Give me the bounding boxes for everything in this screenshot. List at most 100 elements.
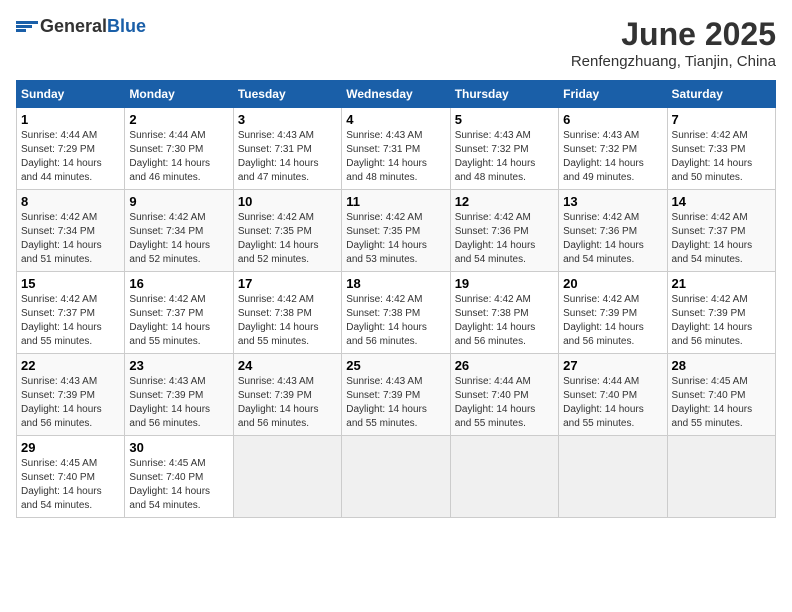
table-row: 1 Sunrise: 4:44 AM Sunset: 7:29 PM Dayli… bbox=[17, 108, 125, 190]
daylight-label: Daylight: 14 hours and 50 minutes. bbox=[672, 158, 753, 183]
day-info: Sunrise: 4:42 AM Sunset: 7:34 PM Dayligh… bbox=[21, 211, 120, 267]
table-row bbox=[667, 436, 775, 518]
daylight-label: Daylight: 14 hours and 55 minutes. bbox=[21, 322, 102, 347]
day-number: 27 bbox=[563, 358, 662, 373]
sunrise-label: Sunrise: 4:42 AM bbox=[238, 212, 314, 223]
day-number: 29 bbox=[21, 440, 120, 455]
day-number: 23 bbox=[129, 358, 228, 373]
calendar-week-row: 15 Sunrise: 4:42 AM Sunset: 7:37 PM Dayl… bbox=[17, 272, 776, 354]
sunrise-label: Sunrise: 4:43 AM bbox=[346, 376, 422, 387]
daylight-label: Daylight: 14 hours and 55 minutes. bbox=[129, 322, 210, 347]
day-number: 9 bbox=[129, 194, 228, 209]
day-number: 2 bbox=[129, 112, 228, 127]
sunrise-label: Sunrise: 4:43 AM bbox=[21, 376, 97, 387]
sunset-label: Sunset: 7:37 PM bbox=[672, 226, 746, 237]
sunset-label: Sunset: 7:39 PM bbox=[672, 308, 746, 319]
day-info: Sunrise: 4:42 AM Sunset: 7:38 PM Dayligh… bbox=[238, 293, 337, 349]
daylight-label: Daylight: 14 hours and 47 minutes. bbox=[238, 158, 319, 183]
sunrise-label: Sunrise: 4:43 AM bbox=[455, 130, 531, 141]
daylight-label: Daylight: 14 hours and 56 minutes. bbox=[238, 404, 319, 429]
table-row: 26 Sunrise: 4:44 AM Sunset: 7:40 PM Dayl… bbox=[450, 354, 558, 436]
sunrise-label: Sunrise: 4:43 AM bbox=[129, 376, 205, 387]
day-number: 26 bbox=[455, 358, 554, 373]
sunrise-label: Sunrise: 4:45 AM bbox=[129, 458, 205, 469]
daylight-label: Daylight: 14 hours and 44 minutes. bbox=[21, 158, 102, 183]
day-info: Sunrise: 4:44 AM Sunset: 7:40 PM Dayligh… bbox=[455, 375, 554, 431]
table-row bbox=[559, 436, 667, 518]
day-number: 14 bbox=[672, 194, 771, 209]
sunrise-label: Sunrise: 4:44 AM bbox=[21, 130, 97, 141]
day-info: Sunrise: 4:45 AM Sunset: 7:40 PM Dayligh… bbox=[129, 457, 228, 513]
day-info: Sunrise: 4:42 AM Sunset: 7:39 PM Dayligh… bbox=[563, 293, 662, 349]
day-number: 17 bbox=[238, 276, 337, 291]
sunset-label: Sunset: 7:34 PM bbox=[21, 226, 95, 237]
daylight-label: Daylight: 14 hours and 56 minutes. bbox=[21, 404, 102, 429]
sunset-label: Sunset: 7:40 PM bbox=[455, 390, 529, 401]
table-row: 25 Sunrise: 4:43 AM Sunset: 7:39 PM Dayl… bbox=[342, 354, 450, 436]
col-thursday: Thursday bbox=[450, 81, 558, 108]
sunrise-label: Sunrise: 4:42 AM bbox=[238, 294, 314, 305]
title-area: June 2025 Renfengzhuang, Tianjin, China bbox=[571, 16, 776, 70]
col-wednesday: Wednesday bbox=[342, 81, 450, 108]
day-number: 16 bbox=[129, 276, 228, 291]
sunrise-label: Sunrise: 4:42 AM bbox=[672, 294, 748, 305]
day-info: Sunrise: 4:42 AM Sunset: 7:37 PM Dayligh… bbox=[21, 293, 120, 349]
day-number: 11 bbox=[346, 194, 445, 209]
sunset-label: Sunset: 7:39 PM bbox=[21, 390, 95, 401]
day-number: 7 bbox=[672, 112, 771, 127]
table-row: 19 Sunrise: 4:42 AM Sunset: 7:38 PM Dayl… bbox=[450, 272, 558, 354]
sunset-label: Sunset: 7:39 PM bbox=[129, 390, 203, 401]
table-row: 20 Sunrise: 4:42 AM Sunset: 7:39 PM Dayl… bbox=[559, 272, 667, 354]
day-info: Sunrise: 4:43 AM Sunset: 7:39 PM Dayligh… bbox=[238, 375, 337, 431]
daylight-label: Daylight: 14 hours and 55 minutes. bbox=[455, 404, 536, 429]
day-number: 12 bbox=[455, 194, 554, 209]
logo-blue: Blue bbox=[107, 16, 146, 36]
day-number: 24 bbox=[238, 358, 337, 373]
sunset-label: Sunset: 7:35 PM bbox=[238, 226, 312, 237]
sunset-label: Sunset: 7:36 PM bbox=[563, 226, 637, 237]
sunset-label: Sunset: 7:40 PM bbox=[563, 390, 637, 401]
table-row: 7 Sunrise: 4:42 AM Sunset: 7:33 PM Dayli… bbox=[667, 108, 775, 190]
sunset-label: Sunset: 7:29 PM bbox=[21, 144, 95, 155]
daylight-label: Daylight: 14 hours and 56 minutes. bbox=[672, 322, 753, 347]
day-number: 18 bbox=[346, 276, 445, 291]
sunset-label: Sunset: 7:40 PM bbox=[21, 472, 95, 483]
day-info: Sunrise: 4:43 AM Sunset: 7:32 PM Dayligh… bbox=[563, 129, 662, 185]
daylight-label: Daylight: 14 hours and 56 minutes. bbox=[129, 404, 210, 429]
day-number: 25 bbox=[346, 358, 445, 373]
table-row bbox=[233, 436, 341, 518]
day-info: Sunrise: 4:44 AM Sunset: 7:29 PM Dayligh… bbox=[21, 129, 120, 185]
day-number: 30 bbox=[129, 440, 228, 455]
day-info: Sunrise: 4:45 AM Sunset: 7:40 PM Dayligh… bbox=[672, 375, 771, 431]
daylight-label: Daylight: 14 hours and 49 minutes. bbox=[563, 158, 644, 183]
table-row: 24 Sunrise: 4:43 AM Sunset: 7:39 PM Dayl… bbox=[233, 354, 341, 436]
day-number: 6 bbox=[563, 112, 662, 127]
sunrise-label: Sunrise: 4:42 AM bbox=[346, 212, 422, 223]
table-row: 13 Sunrise: 4:42 AM Sunset: 7:36 PM Dayl… bbox=[559, 190, 667, 272]
sunset-label: Sunset: 7:36 PM bbox=[455, 226, 529, 237]
sunrise-label: Sunrise: 4:42 AM bbox=[129, 212, 205, 223]
table-row: 15 Sunrise: 4:42 AM Sunset: 7:37 PM Dayl… bbox=[17, 272, 125, 354]
calendar-week-row: 1 Sunrise: 4:44 AM Sunset: 7:29 PM Dayli… bbox=[17, 108, 776, 190]
day-number: 19 bbox=[455, 276, 554, 291]
sunset-label: Sunset: 7:35 PM bbox=[346, 226, 420, 237]
sunset-label: Sunset: 7:38 PM bbox=[455, 308, 529, 319]
sunrise-label: Sunrise: 4:44 AM bbox=[455, 376, 531, 387]
daylight-label: Daylight: 14 hours and 56 minutes. bbox=[455, 322, 536, 347]
sunrise-label: Sunrise: 4:42 AM bbox=[21, 212, 97, 223]
sunrise-label: Sunrise: 4:42 AM bbox=[21, 294, 97, 305]
day-number: 13 bbox=[563, 194, 662, 209]
sunset-label: Sunset: 7:33 PM bbox=[672, 144, 746, 155]
sunset-label: Sunset: 7:32 PM bbox=[563, 144, 637, 155]
col-friday: Friday bbox=[559, 81, 667, 108]
logo-general: General bbox=[40, 16, 107, 36]
daylight-label: Daylight: 14 hours and 51 minutes. bbox=[21, 240, 102, 265]
sunset-label: Sunset: 7:37 PM bbox=[129, 308, 203, 319]
table-row: 4 Sunrise: 4:43 AM Sunset: 7:31 PM Dayli… bbox=[342, 108, 450, 190]
sunset-label: Sunset: 7:39 PM bbox=[238, 390, 312, 401]
day-number: 3 bbox=[238, 112, 337, 127]
sunrise-label: Sunrise: 4:43 AM bbox=[238, 130, 314, 141]
day-number: 4 bbox=[346, 112, 445, 127]
day-info: Sunrise: 4:42 AM Sunset: 7:36 PM Dayligh… bbox=[563, 211, 662, 267]
sunrise-label: Sunrise: 4:43 AM bbox=[346, 130, 422, 141]
